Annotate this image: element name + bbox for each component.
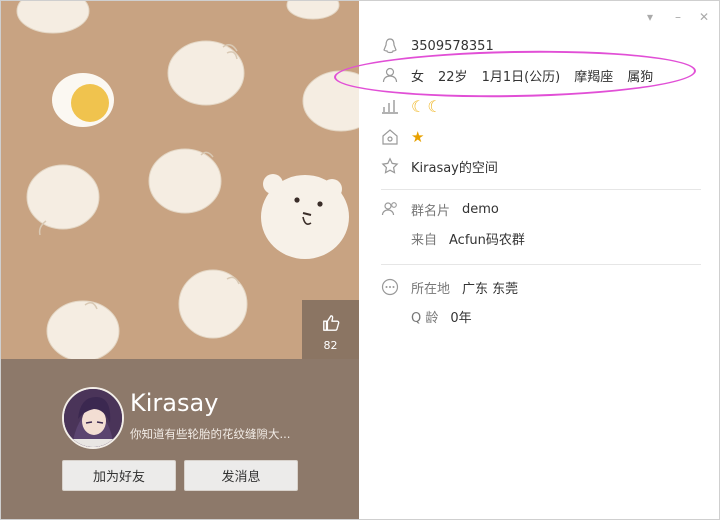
avatar[interactable] [62,387,124,449]
profile-name: Kirasay [130,389,219,417]
profile-signature: 你知道有些轮胎的花纹缝隙大... [130,427,291,441]
add-friend-button[interactable]: 加为好友 [62,460,176,491]
group-from-value: Acfun码农群 [449,232,525,248]
dropdown-icon[interactable]: ▾ [643,10,657,24]
like-count: 82 [323,339,338,352]
more-icon [381,278,399,296]
group-from-row: 来自 Acfun码农群 [411,228,525,248]
minimize-icon[interactable]: – [671,10,685,24]
home-icon [382,129,398,145]
qage-row: Q 龄 0年 [411,306,472,326]
location-row: 所在地 广东 东莞 [381,277,518,297]
close-icon[interactable]: ✕ [697,10,711,24]
location-label: 所在地 [411,281,451,297]
divider [381,189,701,190]
divider [381,264,701,265]
star-icon [381,157,399,174]
moon-icon: ☾ [427,96,442,116]
send-message-button[interactable]: 发消息 [184,460,298,491]
cover-panel: 82 Kirasay 你知道有些轮胎的花纹缝隙大... 加为好友 发消息 [1,1,359,519]
avatar-image [64,389,122,447]
thumbs-up-icon [322,315,339,331]
vip-row[interactable]: ★ [381,127,424,147]
penguin-icon [383,38,397,54]
level-bars-icon [382,100,398,114]
moon-icon: ☾ [411,96,426,116]
level-row[interactable]: ☾ ☾ [381,96,442,116]
location-value: 广东 东莞 [462,281,519,297]
qage-label: Q 龄 [411,310,439,326]
like-button[interactable]: 82 [302,300,359,359]
crown-star-icon: ★ [411,128,425,146]
group-card-row: 群名片 demo [381,199,499,219]
profile-window: 82 Kirasay 你知道有些轮胎的花纹缝隙大... 加为好友 发消息 ▾ –… [0,0,720,520]
group-from-label: 来自 [411,232,438,248]
group-member-icon [381,202,397,216]
space-row[interactable]: Kirasay的空间 [381,156,498,176]
group-card-label: 群名片 [411,203,451,219]
group-card-value: demo [462,201,499,217]
qage-value: 0年 [450,310,472,326]
space-link[interactable]: Kirasay的空间 [411,157,498,176]
